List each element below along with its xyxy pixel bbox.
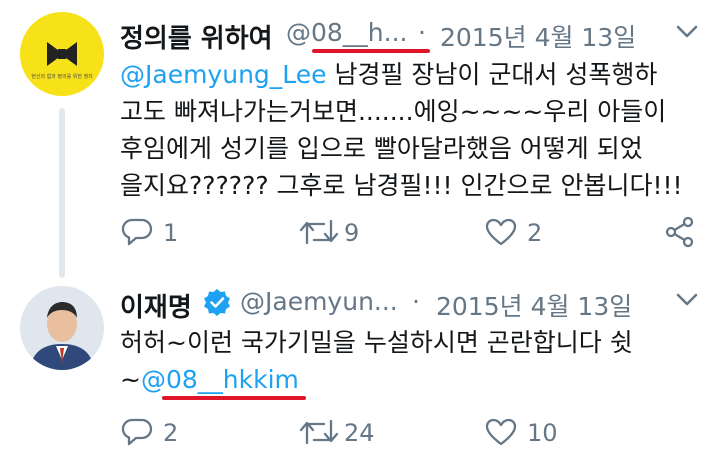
reply-button[interactable] xyxy=(120,417,154,447)
thread-connector-line xyxy=(59,108,65,278)
annotation-underline xyxy=(312,49,430,53)
reply-count: 2 xyxy=(163,419,179,447)
tweet-text-line: ~@08__hkkim xyxy=(120,361,299,398)
retweet-count: 24 xyxy=(344,419,375,447)
tweet-text-line: @Jaemyung_Lee 남경필 장남이 군대서 성폭행하 xyxy=(120,56,657,93)
chevron-down-icon[interactable] xyxy=(674,290,700,310)
mention-link[interactable]: @08__hkkim xyxy=(141,365,299,394)
tweet-text-line: 후임에게 성기를 입으로 빨아달라했음 어떻게 되었 xyxy=(120,134,643,163)
display-name[interactable]: 이재명 xyxy=(120,287,192,324)
retweet-icon xyxy=(299,419,339,445)
text-segment: 남경필 장남이 군대서 성폭행하 xyxy=(326,60,658,89)
tweet-date[interactable]: 2015년 4월 13일 xyxy=(440,18,636,54)
tweet-text-line: 고도 빠져나가는거보면.......에잉~~~~우리 아들이 xyxy=(120,97,667,126)
user-handle[interactable]: @08__h... xyxy=(286,18,408,47)
retweet-count: 9 xyxy=(344,219,360,247)
retweet-icon xyxy=(299,219,339,245)
user-handle[interactable]: @Jaemyun... xyxy=(240,287,398,316)
retweet-button[interactable] xyxy=(298,416,340,448)
separator-dot: · xyxy=(418,18,426,47)
chevron-down-icon[interactable] xyxy=(674,22,700,42)
avatar[interactable] xyxy=(20,286,104,370)
reply-icon xyxy=(121,418,153,446)
separator-dot: · xyxy=(412,287,420,316)
reply-icon xyxy=(121,218,153,246)
avatar-caption: 헌신의 힘과 정의를 위한 정치 xyxy=(31,73,93,80)
share-button[interactable] xyxy=(664,216,696,248)
like-count: 10 xyxy=(527,419,558,447)
verified-badge-icon xyxy=(202,287,232,317)
yellow-ribbon-logo-icon: 헌신의 힘과 정의를 위한 정치 xyxy=(31,42,93,80)
annotation-underline xyxy=(162,396,306,400)
like-icon xyxy=(485,218,517,246)
tweet-text-line: 을지요?????? 그후로 남경필!!! 인간으로 안봅니다!!! xyxy=(120,171,683,200)
tweet-date[interactable]: 2015년 4월 13일 xyxy=(436,287,632,323)
like-icon xyxy=(485,418,517,446)
text-segment: ~ xyxy=(120,365,141,394)
like-count: 2 xyxy=(527,219,543,247)
like-button[interactable] xyxy=(484,217,518,247)
tweet-text-line: 허허~이런 국가기밀을 누설하시면 곤란합니다 쉿 xyxy=(120,328,633,357)
like-button[interactable] xyxy=(484,417,518,447)
retweet-button[interactable] xyxy=(298,216,340,248)
reply-count: 1 xyxy=(163,219,179,247)
avatar[interactable]: 헌신의 힘과 정의를 위한 정치 xyxy=(20,12,104,96)
share-icon xyxy=(665,216,694,248)
reply-button[interactable] xyxy=(120,217,154,247)
profile-photo-icon xyxy=(20,286,104,370)
display-name[interactable]: 정의를 위하여 xyxy=(120,18,273,55)
mention-link[interactable]: @Jaemyung_Lee xyxy=(120,60,327,89)
